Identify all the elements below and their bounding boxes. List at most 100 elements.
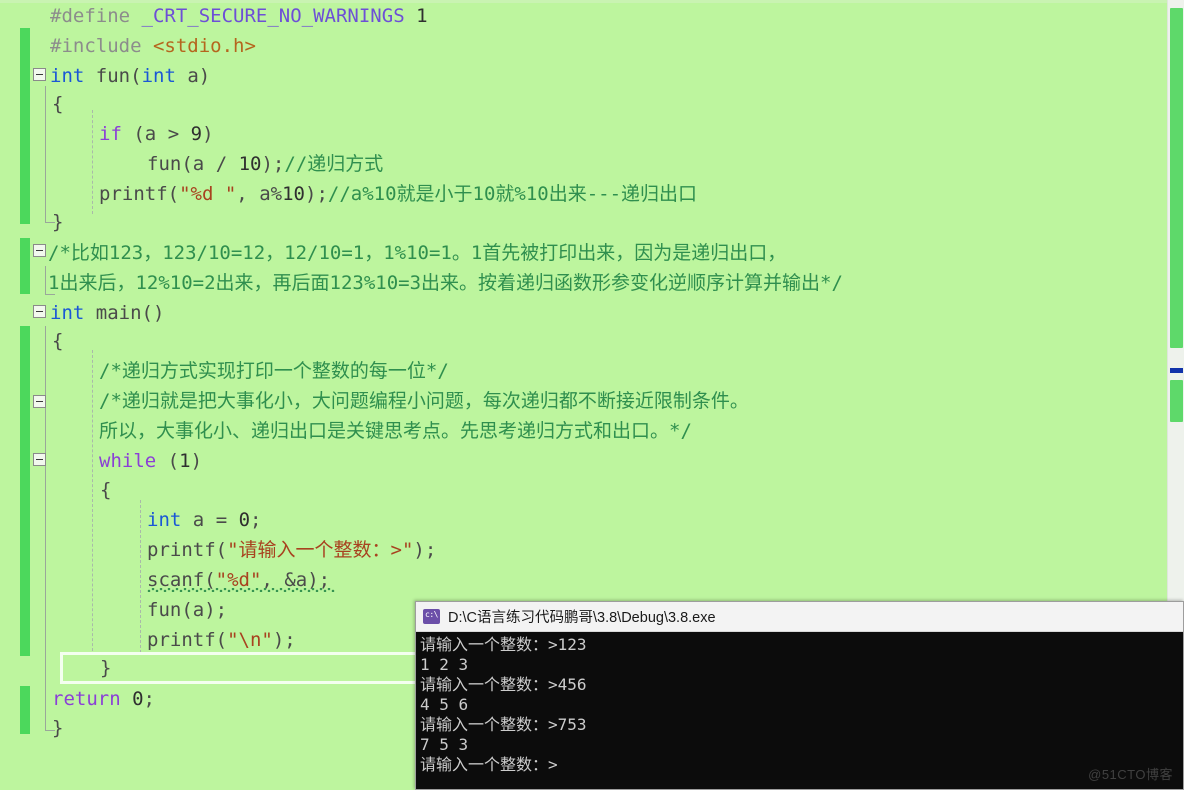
scrollbar-thumb-lower[interactable] bbox=[1170, 380, 1183, 422]
token-args: ( bbox=[215, 629, 228, 651]
scrollbar-thumb[interactable] bbox=[1170, 8, 1183, 348]
console-line: 请输入一个整数：>753 bbox=[420, 715, 587, 734]
token-operator-div: / bbox=[215, 153, 228, 175]
code-line[interactable]: int main() bbox=[50, 298, 164, 328]
code-line[interactable]: 所以，大事化小、递归出口是关键思考点。先思考递归方式和出口。*/ bbox=[99, 416, 692, 446]
token-operator-mod: % bbox=[270, 183, 283, 205]
code-line[interactable]: } bbox=[52, 207, 63, 237]
token-args: ( bbox=[167, 183, 180, 205]
token-literal-0: 0 bbox=[238, 509, 251, 531]
code-line[interactable]: } bbox=[100, 653, 111, 683]
code-line[interactable]: printf("请输入一个整数：>"); bbox=[147, 535, 436, 565]
token-header-name: <stdio.h> bbox=[152, 35, 256, 57]
token-literal-10: 10 bbox=[238, 153, 262, 175]
token-type-int: int bbox=[50, 65, 85, 87]
code-line[interactable]: fun(a); bbox=[147, 595, 227, 625]
token-string-literal: "%d " bbox=[179, 183, 237, 205]
token-parens: () bbox=[141, 302, 165, 324]
code-line[interactable]: int fun(int a) bbox=[50, 61, 210, 91]
code-line[interactable]: printf("\n"); bbox=[147, 625, 296, 655]
token-block-comment: 1出来后，12%10=2出来，再后面123%10=3出来。按着递归函数形参变化逆… bbox=[48, 272, 843, 294]
token-macro-name: _CRT_SECURE_NO_WARNINGS bbox=[141, 5, 405, 27]
token-preprocessor-define: #define bbox=[50, 5, 131, 27]
code-line[interactable]: { bbox=[52, 89, 63, 119]
code-line[interactable]: /*递归方式实现打印一个整数的每一位*/ bbox=[99, 356, 449, 386]
token-string-literal: "\n" bbox=[227, 629, 273, 651]
code-line[interactable]: if (a > 9) bbox=[99, 119, 214, 149]
code-line[interactable]: { bbox=[52, 326, 63, 356]
code-line[interactable]: 1出来后，12%10=2出来，再后面123%10=3出来。按着递归函数形参变化逆… bbox=[48, 268, 843, 298]
token-block-comment: /*比如123，123/10=12，12/10=1，1%10=1。1首先被打印出… bbox=[48, 242, 787, 264]
token-var-a: a bbox=[192, 153, 205, 175]
code-line[interactable]: } bbox=[52, 713, 63, 743]
token-literal-9: 9 bbox=[190, 123, 203, 145]
token-brace-open: { bbox=[52, 330, 64, 352]
token-call-fun: fun bbox=[147, 599, 182, 621]
token-args-end: ); bbox=[204, 599, 228, 621]
console-line: 请输入一个整数：>456 bbox=[420, 675, 587, 694]
token-preprocessor-include: #include bbox=[50, 35, 142, 57]
token-block-comment: /*递归就是把大事化小，大问题编程小问题，每次递归都不断接近限制条件。 bbox=[99, 390, 749, 412]
token-comma: , bbox=[236, 183, 248, 205]
console-line: 1 2 3 bbox=[420, 655, 469, 674]
token-operator-assign: = bbox=[215, 509, 228, 531]
code-line[interactable]: { bbox=[100, 475, 111, 505]
warning-squiggle-underline bbox=[147, 588, 335, 592]
token-comment: //a%10就是小于10就%10出来---递归出口 bbox=[327, 183, 698, 205]
token-var-a: a bbox=[259, 183, 271, 205]
token-paren-close: ) bbox=[190, 450, 203, 472]
code-line[interactable]: printf("%d ", a%10);//a%10就是小于10就%10出来--… bbox=[99, 179, 697, 209]
console-window[interactable]: D:\C语言练习代码鹏哥\3.8\Debug\3.8.exe 请输入一个整数：>… bbox=[415, 601, 1184, 790]
token-block-comment: 所以，大事化小、递归出口是关键思考点。先思考递归方式和出口。*/ bbox=[99, 420, 692, 442]
code-line[interactable]: while (1) bbox=[99, 446, 202, 476]
token-keyword-while: while bbox=[99, 450, 157, 472]
console-line: 7 5 3 bbox=[420, 735, 469, 754]
token-args-end: ); bbox=[413, 539, 437, 561]
token-function-main: main bbox=[95, 302, 142, 324]
console-output-area[interactable]: 请输入一个整数：>123 1 2 3 请输入一个整数：>456 4 5 6 请输… bbox=[416, 632, 1183, 789]
token-keyword-if: if bbox=[99, 123, 122, 145]
token-literal-1: 1 bbox=[179, 450, 191, 472]
token-semicolon: ; bbox=[143, 688, 155, 710]
code-line[interactable]: /*比如123，123/10=12，12/10=1，1%10=1。1首先被打印出… bbox=[48, 238, 786, 268]
token-literal-0: 0 bbox=[132, 688, 144, 710]
token-brace-close: } bbox=[52, 211, 64, 233]
token-block-comment: /*递归方式实现打印一个整数的每一位*/ bbox=[99, 360, 449, 382]
code-line[interactable]: /*递归就是把大事化小，大问题编程小问题，每次递归都不断接近限制条件。 bbox=[99, 386, 749, 416]
code-line[interactable]: fun(a / 10);//递归方式 bbox=[147, 149, 383, 179]
token-param-a: a bbox=[187, 65, 199, 87]
code-line[interactable]: #include <stdio.h> bbox=[50, 31, 256, 61]
token-comment: //递归方式 bbox=[284, 153, 384, 175]
token-paren-open: ( bbox=[130, 65, 142, 87]
code-line[interactable]: int a = 0; bbox=[147, 505, 262, 535]
token-paren-close: ) bbox=[202, 123, 214, 145]
console-title-bar[interactable]: D:\C语言练习代码鹏哥\3.8\Debug\3.8.exe bbox=[416, 602, 1183, 632]
token-var-a: a bbox=[192, 509, 205, 531]
code-line[interactable]: return 0; bbox=[52, 684, 155, 714]
console-line: 请输入一个整数：>123 bbox=[420, 635, 587, 654]
cmd-prompt-icon bbox=[423, 609, 440, 624]
token-call-fun: fun bbox=[147, 153, 182, 175]
token-var-a: a bbox=[192, 599, 205, 621]
token-literal-10: 10 bbox=[282, 183, 305, 205]
token-args: ( bbox=[215, 539, 228, 561]
token-brace-open: { bbox=[100, 479, 112, 501]
token-function-fun: fun bbox=[95, 65, 131, 87]
token-keyword-return: return bbox=[52, 688, 121, 710]
token-string-literal: "请输入一个整数：>" bbox=[227, 539, 414, 561]
token-type-int: int bbox=[141, 65, 176, 87]
token-args-end: ); bbox=[305, 183, 328, 205]
token-brace-close: } bbox=[52, 717, 64, 739]
console-line: 请输入一个整数：> bbox=[420, 755, 558, 774]
token-semicolon: ; bbox=[250, 509, 262, 531]
token-condition: ( bbox=[167, 450, 180, 472]
caret-position-marker bbox=[1170, 368, 1183, 373]
token-condition: ( bbox=[133, 123, 145, 145]
token-brace-close: } bbox=[100, 657, 112, 679]
token-operator-gt: > bbox=[167, 123, 180, 145]
console-line: 4 5 6 bbox=[420, 695, 469, 714]
code-line[interactable]: #define _CRT_SECURE_NO_WARNINGS 1 bbox=[50, 1, 428, 31]
token-type-int: int bbox=[50, 302, 85, 324]
token-args: ( bbox=[181, 599, 193, 621]
token-call-printf: printf bbox=[99, 183, 168, 205]
